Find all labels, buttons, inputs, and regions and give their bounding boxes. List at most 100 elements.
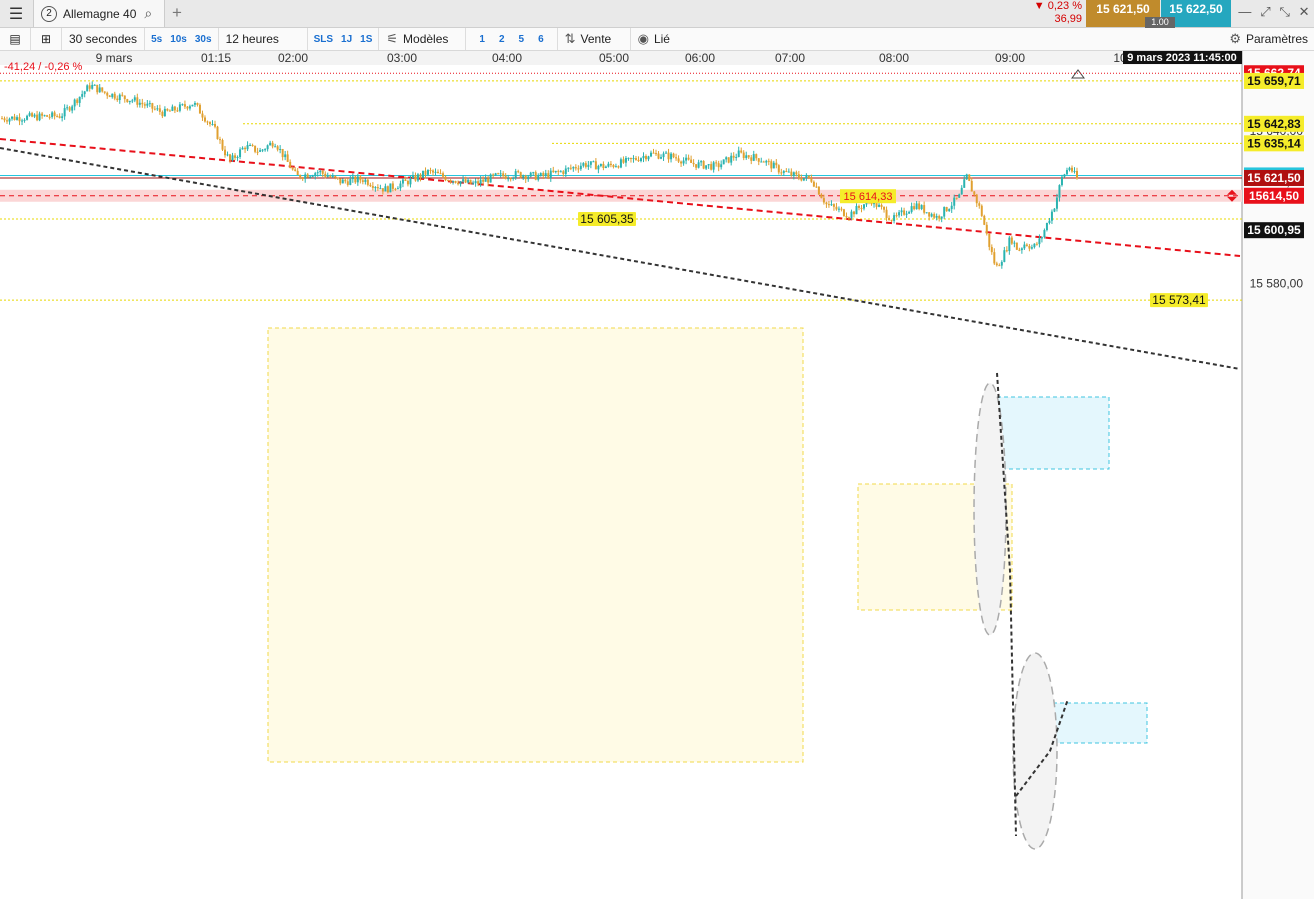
candle-body [88,85,91,89]
candle-body [925,212,928,214]
candle-body [289,161,292,169]
candle-body [1060,176,1063,186]
candle-body [847,217,850,219]
candle-body [143,104,146,106]
candle-body [637,159,640,162]
candle-body [364,179,367,182]
range-sls[interactable]: SLS [310,34,337,45]
period-10s[interactable]: 10s [166,34,191,45]
candle-body [113,93,116,99]
candle-body [186,106,189,109]
candle-body [797,174,800,179]
candle-body [499,173,502,175]
candle-body [888,217,891,221]
chart-tab[interactable]: 2 Allemagne 40 ⌕ [33,0,165,27]
candle-body [650,152,653,157]
search-icon[interactable]: ⌕ [144,5,152,22]
candle-body [930,214,933,217]
candle-body [13,116,16,120]
candle-body [334,175,337,178]
candle-body [141,102,144,105]
candle-body [522,175,525,178]
candle-body [745,155,748,158]
candle-body [346,181,349,185]
candle-body [782,171,785,173]
candle-body [622,159,625,163]
candle-body [8,118,11,122]
candle-body [727,157,730,163]
candle-body [118,94,121,101]
period-selector[interactable]: 30 secondes [62,28,146,50]
range-selector[interactable]: 12 heures [219,28,308,50]
candle-body [1020,248,1023,251]
candle-body [266,145,269,150]
candle-body [386,186,389,193]
candle-body [614,166,617,168]
range-1s[interactable]: 1S [356,34,376,45]
candle-body [153,108,156,110]
candle-body [457,182,460,185]
grid-icon[interactable]: ⊞ [31,28,62,50]
candle-body [126,99,129,103]
candle-body [374,187,377,189]
candle-body [983,215,986,225]
candle-body [406,180,409,185]
candle-body [642,155,645,159]
candle-body [103,91,106,93]
candle-body [467,179,470,183]
candle-body [762,161,765,163]
candle-body [715,162,718,164]
candle-body [86,85,89,92]
candle-body [1013,242,1016,244]
link-toggle[interactable]: ◉ Lié [631,28,691,50]
candle-body [787,171,790,173]
models-menu[interactable]: ⚟ Modèles [379,28,467,50]
candle-body [437,171,440,174]
candle-body [96,84,99,93]
chart-area[interactable]: 9 mars 01:15 02:00 03:00 04:00 05:00 06:00 07:0… [0,51,1314,899]
popout-icon[interactable]: ⤢ [1260,4,1270,22]
period-5s[interactable]: 5s [147,34,166,45]
list-icon[interactable]: ▤ [0,28,31,50]
candle-body [1033,243,1036,248]
candle-body [231,155,234,161]
candle-body [582,163,585,166]
time-tick-label: 06:00 [685,51,715,65]
model-slot-2[interactable]: 2 [492,34,512,45]
candle-body [462,179,465,182]
candle-body [539,173,542,176]
candle-body [702,161,705,169]
candle-body [234,155,237,158]
time-tick-label: 9 mars [96,51,133,65]
candle-body [890,220,893,222]
candle-body [504,176,507,179]
candle-body [998,265,1001,267]
sell-order-button[interactable]: ⇅ Vente [558,28,631,50]
candle-body [281,148,284,158]
model-slot-6[interactable]: 6 [531,34,551,45]
candle-body [963,179,966,188]
range-1j[interactable]: 1J [337,34,356,45]
period-30s[interactable]: 30s [191,34,216,45]
add-tab-icon[interactable]: + [172,3,182,23]
hamburger-icon[interactable]: ☰ [0,0,32,27]
model-slot-5[interactable]: 5 [512,34,532,45]
candle-body [960,187,963,195]
price-chart[interactable]: 9 mars 01:15 02:00 03:00 04:00 05:00 06:00 07:0… [0,51,1314,899]
candle-body [181,104,184,106]
minimize-icon[interactable]: — [1238,4,1251,22]
price-axis-badge-label: 15614,50 [1249,189,1299,203]
restore-icon[interactable]: ⤡ [1279,4,1289,22]
model-slot-1[interactable]: 1 [472,34,492,45]
close-icon[interactable]: ✕ [1299,4,1310,22]
candle-body [802,178,805,181]
candle-body [136,97,139,105]
settings-button[interactable]: ⚙ Paramètres [1229,28,1308,50]
candle-body [444,176,447,181]
candle-body [78,96,81,103]
candle-body [178,104,181,111]
candle-body [609,163,612,166]
candle-body [404,179,407,181]
candle-body [321,170,324,174]
candle-body [1005,250,1008,252]
